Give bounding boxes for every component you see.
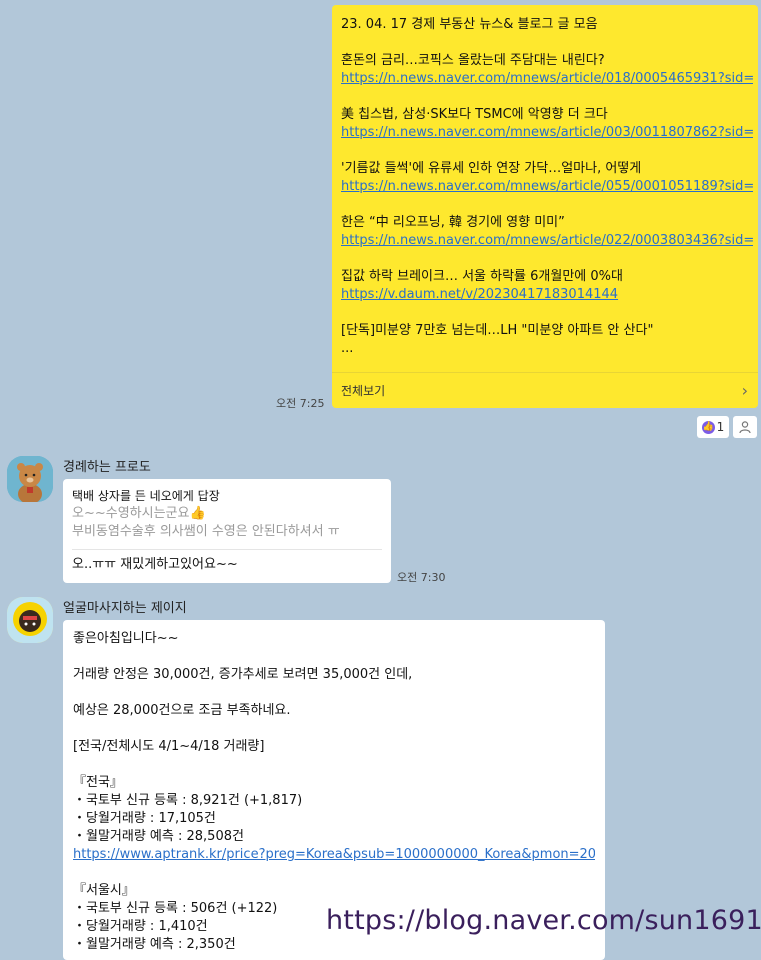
jayg-avatar-icon xyxy=(7,597,53,643)
bear-avatar-icon xyxy=(7,456,53,502)
message-line: ・월말거래량 예측 : 28,508건 xyxy=(73,829,244,844)
reply-header: 택배 상자를 든 네오에게 답장 xyxy=(72,489,220,503)
message-line: [전국/전체시도 4/1~4/18 거래량] xyxy=(73,739,265,754)
news-title: 집값 하락 브레이크… 서울 하락률 6개월만에 0%대 xyxy=(341,269,623,284)
message-line: 『서울시』 xyxy=(73,883,135,898)
news-item: 집값 하락 브레이크… 서울 하락률 6개월만에 0%대 https://v.da… xyxy=(341,268,753,304)
chevron-right-icon: › xyxy=(741,380,748,400)
avatar[interactable] xyxy=(7,456,53,502)
news-message-bubble[interactable]: 23. 04. 17 경제 부동산 뉴스& 블로그 글 모음 혼돈의 금리…코픽… xyxy=(332,5,758,408)
news-title: 혼돈의 금리…코픽스 올랐는데 주담대는 내린다? xyxy=(341,53,605,68)
news-link[interactable]: https://n.news.naver.com/mnews/article/0… xyxy=(341,124,753,142)
news-link[interactable]: https://n.news.naver.com/mnews/article/0… xyxy=(341,232,753,250)
news-item: 美 칩스법, 삼성·SK보다 TSMC에 악영향 더 크다 https://n.n… xyxy=(341,106,753,142)
news-title: '기름값 들썩'에 유류세 인하 연장 가닥…얼마나, 어떻게 xyxy=(341,161,642,176)
message-line: 예상은 28,000건으로 조금 부족하네요. xyxy=(73,703,291,718)
thumbs-up-icon: 👍 xyxy=(701,420,715,434)
news-title-heading: 23. 04. 17 경제 부동산 뉴스& 블로그 글 모음 xyxy=(341,17,598,32)
news-title: 한은 “中 리오프닝, 韓 경기에 영향 미미” xyxy=(341,215,565,230)
reaction-badge[interactable]: 👍 1 xyxy=(697,416,729,438)
news-link[interactable]: https://v.daum.net/v/20230417183014144 xyxy=(341,286,753,304)
sender-name: 경례하는 프로도 xyxy=(63,460,151,475)
message-text: 오..ㅠㅠ 재밌게하고있어요~~ xyxy=(72,557,238,572)
blog-watermark: https://blog.naver.com/sun1691- xyxy=(326,905,761,936)
reaction-count: 1 xyxy=(716,420,725,434)
message-line: ・당월거래량 : 17,105건 xyxy=(73,811,216,826)
add-reaction-button[interactable] xyxy=(733,416,757,438)
person-icon xyxy=(739,421,751,434)
message-line: ・국토부 신규 등록 : 8,921건 (+1,817) xyxy=(73,793,303,808)
news-link[interactable]: https://n.news.naver.com/mnews/article/0… xyxy=(341,178,753,196)
news-item: 한은 “中 리오프닝, 韓 경기에 영향 미미” https://n.news.n… xyxy=(341,214,753,250)
news-item: 혼돈의 금리…코픽스 올랐는데 주담대는 내린다? https://n.news.… xyxy=(341,52,753,88)
quoted-text: 부비동염수술후 의사쌤이 수영은 안된다하셔서 ㅠ xyxy=(72,524,340,539)
reply-message-bubble[interactable]: 택배 상자를 든 네오에게 답장 오~~수영하시는군요👍 부비동염수술후 의사쌤… xyxy=(63,479,391,583)
news-title: [단독]미분양 7만호 넘는데…LH "미분양 아파트 안 산다" xyxy=(341,323,654,338)
message-line: 좋은아침입니다~~ xyxy=(73,631,179,646)
avatar[interactable] xyxy=(7,597,53,643)
ellipsis: ... xyxy=(341,341,354,356)
quoted-text: 오~~수영하시는군요👍 xyxy=(72,506,206,521)
message-link[interactable]: https://www.aptrank.kr/price?preg=Korea&… xyxy=(73,846,595,864)
news-item: '기름값 들썩'에 유류세 인하 연장 가닥…얼마나, 어떻게 https://n… xyxy=(341,160,753,196)
sender-name: 얼굴마사지하는 제이지 xyxy=(63,601,187,616)
message-time: 오전 7:25 xyxy=(276,397,325,410)
divider xyxy=(72,549,382,550)
message-time: 오전 7:30 xyxy=(397,571,446,584)
news-title: 美 칩스법, 삼성·SK보다 TSMC에 악영향 더 크다 xyxy=(341,107,608,122)
message-line: 『전국』 xyxy=(73,775,123,790)
view-all-button[interactable]: 전체보기 › xyxy=(332,372,758,408)
message-line: 거래량 안정은 30,000건, 증가추세로 보려면 35,000건 인데, xyxy=(73,667,413,682)
news-link[interactable]: https://n.news.naver.com/mnews/article/0… xyxy=(341,70,753,88)
view-all-label: 전체보기 xyxy=(341,383,386,398)
message-line: ・월말거래량 예측 : 2,350건 xyxy=(73,937,236,952)
